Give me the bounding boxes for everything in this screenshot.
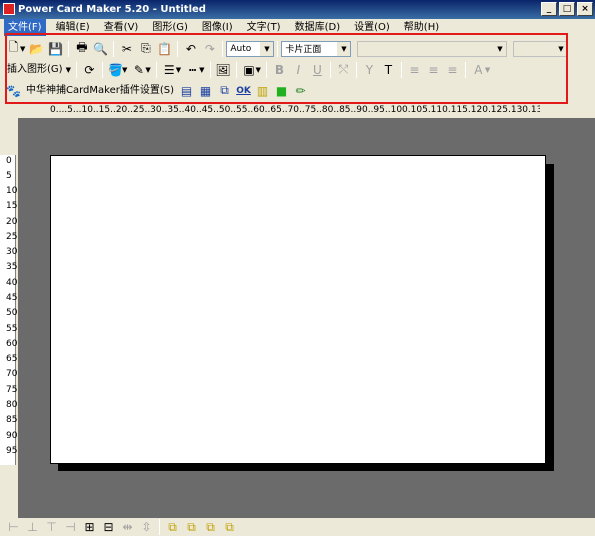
window-title: Power Card Maker 5.20 - Untitled (18, 4, 206, 15)
ruler-tick: 55 (6, 324, 18, 334)
close-button[interactable]: × (577, 2, 593, 16)
horizontal-ruler: 0....5...10..15..20..25..30..35..40..45.… (50, 105, 540, 115)
separator (159, 519, 160, 535)
ruler-tick: 35 (6, 262, 18, 272)
vertical-ruler: 0 5 10 15 20 25 30 35 40 45 50 55 60 65 … (0, 155, 18, 465)
ruler-tick: 75 (6, 385, 18, 395)
ruler-tick: 30 (6, 247, 18, 257)
align-left-edge-icon[interactable]: ⊢ (4, 518, 23, 536)
ruler-tick: 95 (6, 446, 18, 456)
ruler-tick: 5 (6, 171, 12, 181)
app-icon (3, 3, 15, 15)
bring-forward-icon[interactable]: ⧉ (201, 518, 220, 536)
distribute-v-icon[interactable]: ⇳ (137, 518, 156, 536)
align-top-edge-icon[interactable]: ⊤ (42, 518, 61, 536)
ruler-corner (18, 104, 50, 116)
send-back-icon[interactable]: ⧉ (182, 518, 201, 536)
align-bottom-edge-icon[interactable]: ⊣ (61, 518, 80, 536)
ruler-tick: 80 (6, 400, 18, 410)
card-canvas[interactable] (50, 155, 546, 464)
center-vertical-icon[interactable]: ⊟ (99, 518, 118, 536)
ruler-tick: 70 (6, 369, 18, 379)
app-window: Power Card Maker 5.20 - Untitled _ □ × 文… (0, 0, 595, 536)
maximize-button[interactable]: □ (559, 2, 575, 16)
send-backward-icon[interactable]: ⧉ (220, 518, 239, 536)
center-horizontal-icon[interactable]: ⊞ (80, 518, 99, 536)
minimize-button[interactable]: _ (541, 2, 557, 16)
ruler-tick: 85 (6, 415, 18, 425)
align-center-h-icon[interactable]: ⊥ (23, 518, 42, 536)
ruler-tick: 50 (6, 308, 18, 318)
alignment-toolbar: ⊢ ⊥ ⊤ ⊣ ⊞ ⊟ ⇹ ⇳ ⧉ ⧉ ⧉ ⧉ (0, 518, 595, 536)
ruler-tick: 10 (6, 186, 18, 196)
ruler-tick: 45 (6, 293, 18, 303)
ruler-tick: 15 (6, 201, 18, 211)
window-controls: _ □ × (541, 2, 593, 16)
ruler-tick: 40 (6, 278, 18, 288)
ruler-tick: 65 (6, 354, 18, 364)
ruler-tick: 90 (6, 431, 18, 441)
ruler-tick: 0 (6, 156, 12, 166)
distribute-h-icon[interactable]: ⇹ (118, 518, 137, 536)
title-bar: Power Card Maker 5.20 - Untitled _ □ × (0, 0, 595, 19)
bring-front-icon[interactable]: ⧉ (163, 518, 182, 536)
ruler-tick: 60 (6, 339, 18, 349)
ruler-tick: 25 (6, 232, 18, 242)
toolbar-highlight (5, 33, 568, 104)
ruler-tick: 20 (6, 217, 18, 227)
